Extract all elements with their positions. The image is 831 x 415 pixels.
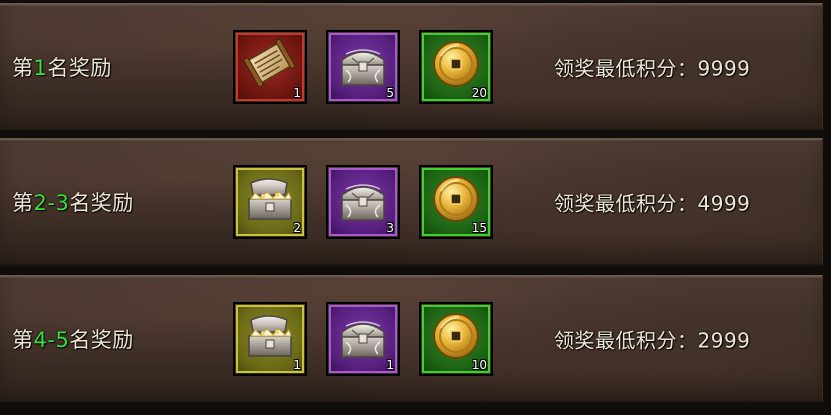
min-score-label: 领奖最低积分：2999 [554,328,751,353]
silver-chest-icon [341,49,385,86]
rank-label: 第1名奖励 [12,56,112,80]
silver-chest-icon [341,184,385,221]
item-count: 2 [293,221,301,235]
rank-label: 第4-5名奖励 [12,328,134,352]
min-score-value: 2999 [697,328,751,353]
rank-number: 1 [33,56,48,80]
min-score-value: 9999 [697,56,751,81]
gold-coin-icon [433,41,479,87]
rank-number: 2-3 [33,191,70,215]
rank-label: 第2-3名奖励 [12,191,134,215]
gold-coin-icon [433,313,479,359]
item-count: 10 [471,358,487,372]
item-count: 1 [293,358,301,372]
reward-row-rank-4-5: 第4-5名奖励 1 1 10 领奖最低积分：2999 [0,275,823,403]
reward-slot-gold-coin[interactable]: 15 [419,165,493,239]
reward-slot-silver-chest[interactable]: 1 [326,302,400,376]
min-score-value: 4999 [697,191,751,216]
reward-slot-gold-coin[interactable]: 20 [419,30,493,104]
min-score-label: 领奖最低积分：9999 [554,56,751,81]
gold-coin-icon [433,176,479,222]
min-score-label: 领奖最低积分：4999 [554,191,751,216]
reward-slot-silver-chest[interactable]: 5 [326,30,400,104]
item-count: 1 [386,358,394,372]
item-count: 15 [471,221,487,235]
item-count: 5 [386,86,394,100]
reward-slot-open-chest[interactable]: 1 [233,302,307,376]
item-count: 3 [386,221,394,235]
reward-slot-scroll[interactable]: 1 [233,30,307,104]
open-chest-icon [248,178,292,220]
open-chest-icon [248,315,292,357]
item-count: 1 [293,86,301,100]
reward-slot-gold-coin[interactable]: 10 [419,302,493,376]
ranking-rewards-panel: 第1名奖励 1 5 20 领奖最低积分：9999 第2-3名奖励 2 3 15 … [0,0,831,415]
reward-row-rank-1: 第1名奖励 1 5 20 领奖最低积分：9999 [0,3,823,131]
scroll-icon [243,39,296,88]
reward-slot-silver-chest[interactable]: 3 [326,165,400,239]
rank-number: 4-5 [33,328,70,352]
item-count: 20 [471,86,487,100]
reward-row-rank-2-3: 第2-3名奖励 2 3 15 领奖最低积分：4999 [0,138,823,266]
reward-slot-open-chest[interactable]: 2 [233,165,307,239]
silver-chest-icon [341,321,385,358]
